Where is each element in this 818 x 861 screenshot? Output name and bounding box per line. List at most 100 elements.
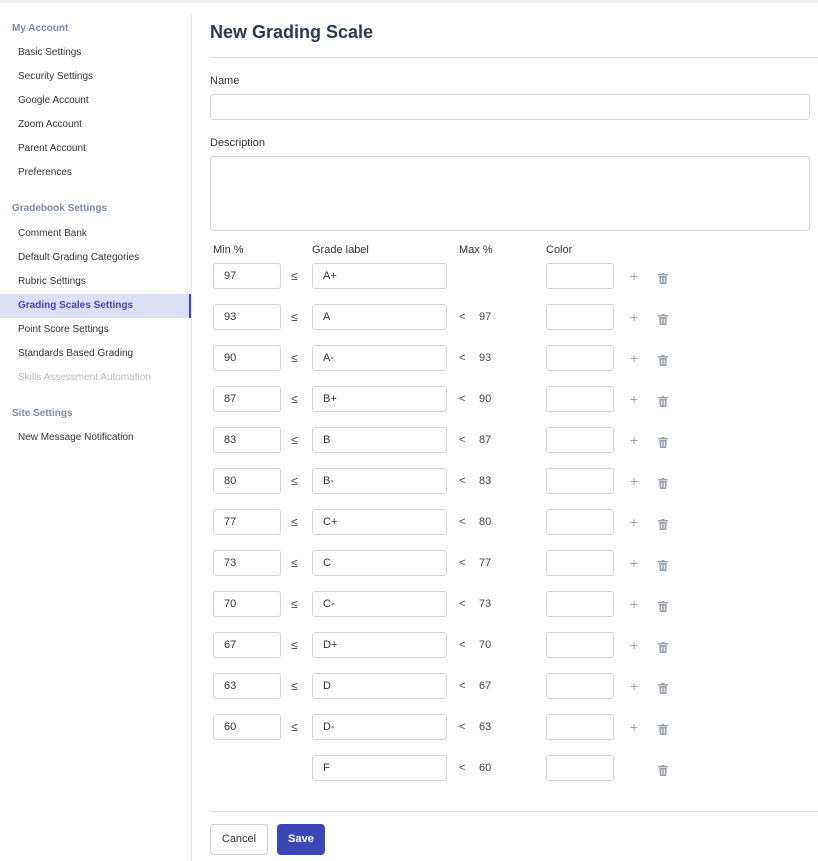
min-percent-input[interactable]: 60 bbox=[213, 714, 281, 740]
color-input[interactable] bbox=[546, 468, 614, 494]
page-title: New Grading Scale bbox=[210, 22, 374, 42]
plus-icon[interactable]: + bbox=[630, 468, 638, 494]
max-percent-value: 60 bbox=[479, 762, 492, 774]
min-percent-input[interactable]: 90 bbox=[213, 345, 281, 371]
grade-row: 83 ≤ B <87 + bbox=[0, 427, 818, 453]
grade-row: 70 ≤ C- <73 + bbox=[0, 591, 818, 617]
trash-icon[interactable] bbox=[658, 640, 668, 653]
description-textarea[interactable] bbox=[210, 156, 810, 231]
color-input[interactable] bbox=[546, 550, 614, 576]
grade-label-input[interactable]: C+ bbox=[312, 509, 447, 535]
color-input[interactable] bbox=[546, 755, 614, 781]
trash-icon[interactable] bbox=[658, 271, 668, 284]
grade-label-input[interactable]: F bbox=[312, 755, 447, 781]
trash-icon[interactable] bbox=[658, 722, 668, 735]
min-percent-input[interactable]: 80 bbox=[213, 468, 281, 494]
leq-symbol: ≤ bbox=[291, 392, 298, 406]
plus-icon[interactable]: + bbox=[630, 345, 638, 371]
grade-label-input[interactable]: C bbox=[312, 550, 447, 576]
cancel-button[interactable]: Cancel bbox=[210, 824, 268, 855]
min-percent-input[interactable]: 63 bbox=[213, 673, 281, 699]
max-percent-value: 70 bbox=[479, 639, 492, 651]
grade-label-input[interactable]: A- bbox=[312, 345, 447, 371]
trash-icon[interactable] bbox=[658, 394, 668, 407]
plus-icon[interactable]: + bbox=[630, 632, 638, 658]
plus-icon[interactable]: + bbox=[630, 263, 638, 289]
sidebar-item-google-account[interactable]: Google Account bbox=[0, 89, 191, 113]
min-percent-input[interactable]: 70 bbox=[213, 591, 281, 617]
plus-icon[interactable]: + bbox=[630, 386, 638, 412]
grade-label-input[interactable]: D- bbox=[312, 714, 447, 740]
leq-symbol: ≤ bbox=[291, 720, 298, 734]
sidebar-item-zoom-account[interactable]: Zoom Account bbox=[0, 113, 191, 137]
grade-label-header: Grade label bbox=[312, 244, 369, 256]
color-input[interactable] bbox=[546, 304, 614, 330]
trash-icon[interactable] bbox=[658, 558, 668, 571]
trash-icon[interactable] bbox=[658, 312, 668, 325]
max-percent-value: 97 bbox=[479, 311, 492, 323]
grade-label-input[interactable]: D+ bbox=[312, 632, 447, 658]
plus-icon[interactable]: + bbox=[630, 591, 638, 617]
plus-icon[interactable]: + bbox=[630, 550, 638, 576]
trash-icon[interactable] bbox=[658, 681, 668, 694]
sidebar-item-security-settings[interactable]: Security Settings bbox=[0, 65, 191, 89]
section-title-my-account: My Account bbox=[12, 23, 69, 34]
lt-symbol: < bbox=[459, 475, 466, 487]
sidebar-item-basic-settings[interactable]: Basic Settings bbox=[0, 41, 191, 65]
leq-symbol: ≤ bbox=[291, 515, 298, 529]
grade-row: 87 ≤ B+ <90 + bbox=[0, 386, 818, 412]
color-input[interactable] bbox=[546, 427, 614, 453]
plus-icon[interactable]: + bbox=[630, 427, 638, 453]
color-input[interactable] bbox=[546, 714, 614, 740]
lt-symbol: < bbox=[459, 762, 466, 774]
color-input[interactable] bbox=[546, 591, 614, 617]
lt-symbol: < bbox=[459, 311, 466, 323]
min-percent-input[interactable]: 87 bbox=[213, 386, 281, 412]
lt-symbol: < bbox=[459, 598, 466, 610]
name-input[interactable] bbox=[210, 94, 810, 120]
max-percent-value: 73 bbox=[479, 598, 492, 610]
max-percent-value: 77 bbox=[479, 557, 492, 569]
sidebar-item-preferences[interactable]: Preferences bbox=[0, 161, 191, 185]
grade-label-input[interactable]: A bbox=[312, 304, 447, 330]
max-percent-value: 80 bbox=[479, 516, 492, 528]
leq-symbol: ≤ bbox=[291, 433, 298, 447]
trash-icon[interactable] bbox=[658, 763, 668, 776]
grade-label-input[interactable]: A+ bbox=[312, 263, 447, 289]
save-button[interactable]: Save bbox=[277, 824, 325, 855]
grade-label-input[interactable]: D bbox=[312, 673, 447, 699]
grade-label-input[interactable]: B+ bbox=[312, 386, 447, 412]
min-percent-input[interactable]: 97 bbox=[213, 263, 281, 289]
color-input[interactable] bbox=[546, 632, 614, 658]
max-percent-value: 93 bbox=[479, 352, 492, 364]
color-input[interactable] bbox=[546, 345, 614, 371]
plus-icon[interactable]: + bbox=[630, 509, 638, 535]
lt-symbol: < bbox=[459, 557, 466, 569]
sidebar-item-comment-bank[interactable]: Comment Bank bbox=[0, 222, 191, 246]
min-percent-input[interactable]: 83 bbox=[213, 427, 281, 453]
color-input[interactable] bbox=[546, 673, 614, 699]
min-percent-input[interactable]: 93 bbox=[213, 304, 281, 330]
grade-label-input[interactable]: C- bbox=[312, 591, 447, 617]
description-label: Description bbox=[210, 137, 266, 149]
trash-icon[interactable] bbox=[658, 599, 668, 612]
trash-icon[interactable] bbox=[658, 476, 668, 489]
trash-icon[interactable] bbox=[658, 353, 668, 366]
min-percent-input[interactable]: 67 bbox=[213, 632, 281, 658]
color-input[interactable] bbox=[546, 386, 614, 412]
min-percent-input[interactable]: 77 bbox=[213, 509, 281, 535]
min-percent-header: Min % bbox=[213, 244, 244, 256]
grade-label-input[interactable]: B bbox=[312, 427, 447, 453]
sidebar-item-parent-account[interactable]: Parent Account bbox=[0, 137, 191, 161]
color-input[interactable] bbox=[546, 509, 614, 535]
min-percent-input[interactable]: 73 bbox=[213, 550, 281, 576]
color-input[interactable] bbox=[546, 263, 614, 289]
trash-icon[interactable] bbox=[658, 517, 668, 530]
plus-icon[interactable]: + bbox=[630, 714, 638, 740]
trash-icon[interactable] bbox=[658, 435, 668, 448]
plus-icon[interactable]: + bbox=[630, 304, 638, 330]
name-label: Name bbox=[210, 75, 240, 87]
grade-label-input[interactable]: B- bbox=[312, 468, 447, 494]
plus-icon[interactable]: + bbox=[630, 673, 638, 699]
title-divider bbox=[210, 57, 818, 58]
